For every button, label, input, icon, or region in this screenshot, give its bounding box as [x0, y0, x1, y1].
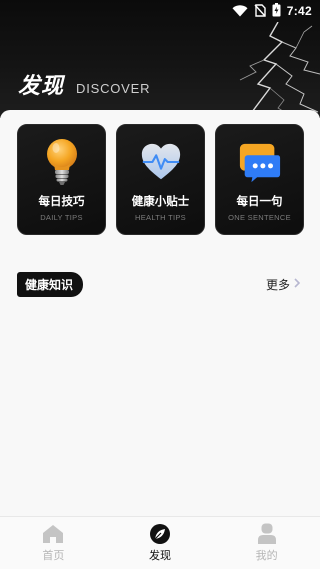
wifi-icon: [232, 2, 248, 21]
nav-profile[interactable]: 我的: [222, 517, 312, 563]
card-subtitle: DAILY TIPS: [40, 213, 83, 222]
card-one-sentence[interactable]: 每日一句 ONE SENTENCE: [215, 124, 304, 235]
header-title-group: 发现 DISCOVER: [18, 68, 150, 100]
more-button[interactable]: 更多: [266, 276, 301, 293]
card-subtitle: ONE SENTENCE: [228, 213, 291, 222]
chevron-right-icon: [293, 277, 301, 292]
card-subtitle: HEALTH TIPS: [135, 213, 186, 222]
discover-screen: 7:42 发现 DISCOVER 每日技巧 DAILY TIPS 健康小贴士 H…: [0, 0, 320, 569]
status-bar: 7:42: [0, 0, 320, 22]
card-daily-tips[interactable]: 每日技巧 DAILY TIPS: [17, 124, 106, 235]
battery-icon: [272, 2, 281, 21]
lightning-decoration: [239, 22, 320, 118]
more-label: 更多: [265, 278, 290, 292]
feature-cards: 每日技巧 DAILY TIPS 健康小贴士 HEALTH TIPS 每日一句 O…: [17, 124, 304, 235]
card-title: 每日一句: [236, 194, 283, 208]
card-title: 每日技巧: [38, 194, 85, 208]
nav-home[interactable]: 首页: [8, 517, 98, 563]
compass-icon: [148, 523, 172, 545]
nav-label: 发现: [148, 549, 171, 562]
bottom-nav: 首页 发现 我的: [0, 516, 320, 569]
lightbulb-icon: [40, 137, 84, 187]
nav-label: 首页: [42, 549, 65, 562]
health-knowledge-header: 健康知识 更多: [17, 272, 303, 298]
nav-label: 我的: [255, 549, 278, 562]
nav-discover[interactable]: 发现: [115, 517, 205, 563]
card-health-tips[interactable]: 健康小贴士 HEALTH TIPS: [116, 124, 205, 235]
heart-pulse-icon: [139, 137, 183, 187]
no-sim-icon: [254, 2, 266, 21]
header-banner: 7:42 发现 DISCOVER: [0, 0, 320, 118]
section-title: 健康知识: [17, 272, 84, 297]
card-title: 健康小贴士: [131, 194, 190, 208]
status-time: 7:42: [286, 4, 312, 18]
home-icon: [41, 523, 65, 545]
content-area: 每日技巧 DAILY TIPS 健康小贴士 HEALTH TIPS 每日一句 O…: [0, 110, 320, 516]
chat-bubble-icon: [238, 137, 282, 187]
page-subtitle: DISCOVER: [76, 81, 151, 96]
page-title: 发现: [18, 74, 65, 99]
profile-icon: [255, 523, 279, 545]
